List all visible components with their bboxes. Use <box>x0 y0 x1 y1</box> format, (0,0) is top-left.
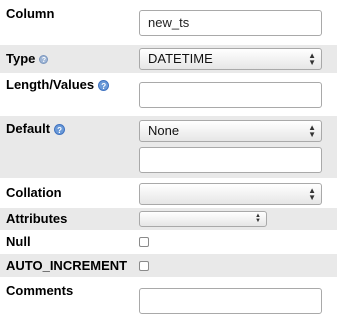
help-icon[interactable]: ? <box>98 80 110 92</box>
default-select-value: None <box>148 123 180 138</box>
default-label: Default <box>6 121 51 136</box>
row-type: Type? DATETIME ▲ ▼ <box>0 45 337 73</box>
column-label: Column <box>6 6 55 21</box>
auto-increment-label: AUTO_INCREMENT <box>6 258 128 273</box>
default-custom-input[interactable] <box>139 147 322 173</box>
row-auto-increment: AUTO_INCREMENT <box>0 254 337 277</box>
help-icon[interactable]: ? <box>39 55 49 65</box>
row-collation: Collation ▲ ▼ <box>0 180 337 208</box>
length-values-label-wrap: Length/Values? <box>6 77 110 92</box>
row-attributes: Attributes ▲ ▼ <box>0 208 337 230</box>
null-checkbox[interactable] <box>139 237 149 247</box>
null-label: Null <box>6 234 31 249</box>
row-length-values: Length/Values? <box>0 73 337 115</box>
row-null: Null <box>0 231 337 253</box>
collation-select[interactable]: ▲ ▼ <box>139 183 322 205</box>
type-select[interactable]: DATETIME ▲ ▼ <box>139 48 322 70</box>
collation-label: Collation <box>6 185 62 200</box>
column-name-input[interactable]: new_ts <box>139 10 322 36</box>
row-default: Default? None ▲ ▼ <box>0 116 337 178</box>
up-down-arrows-icon: ▲ ▼ <box>308 51 316 67</box>
comments-label: Comments <box>6 283 74 298</box>
comments-input[interactable] <box>139 288 322 314</box>
default-label-wrap: Default? <box>6 121 66 136</box>
type-label: Type <box>6 51 36 66</box>
row-comments: Comments <box>0 278 337 326</box>
length-values-input[interactable] <box>139 82 322 108</box>
type-select-value: DATETIME <box>148 51 213 66</box>
default-select[interactable]: None ▲ ▼ <box>139 120 322 142</box>
up-down-arrows-icon: ▲ ▼ <box>308 186 316 202</box>
attributes-label: Attributes <box>6 211 68 226</box>
up-down-arrows-icon: ▲ ▼ <box>308 123 316 139</box>
help-icon[interactable]: ? <box>54 124 66 136</box>
auto-increment-checkbox[interactable] <box>139 261 149 271</box>
type-label-wrap: Type? <box>6 51 49 66</box>
up-down-arrows-icon: ▲ ▼ <box>255 213 261 224</box>
row-column: Column new_ts <box>0 0 337 42</box>
length-values-label: Length/Values <box>6 77 95 92</box>
attributes-select[interactable]: ▲ ▼ <box>139 211 267 227</box>
